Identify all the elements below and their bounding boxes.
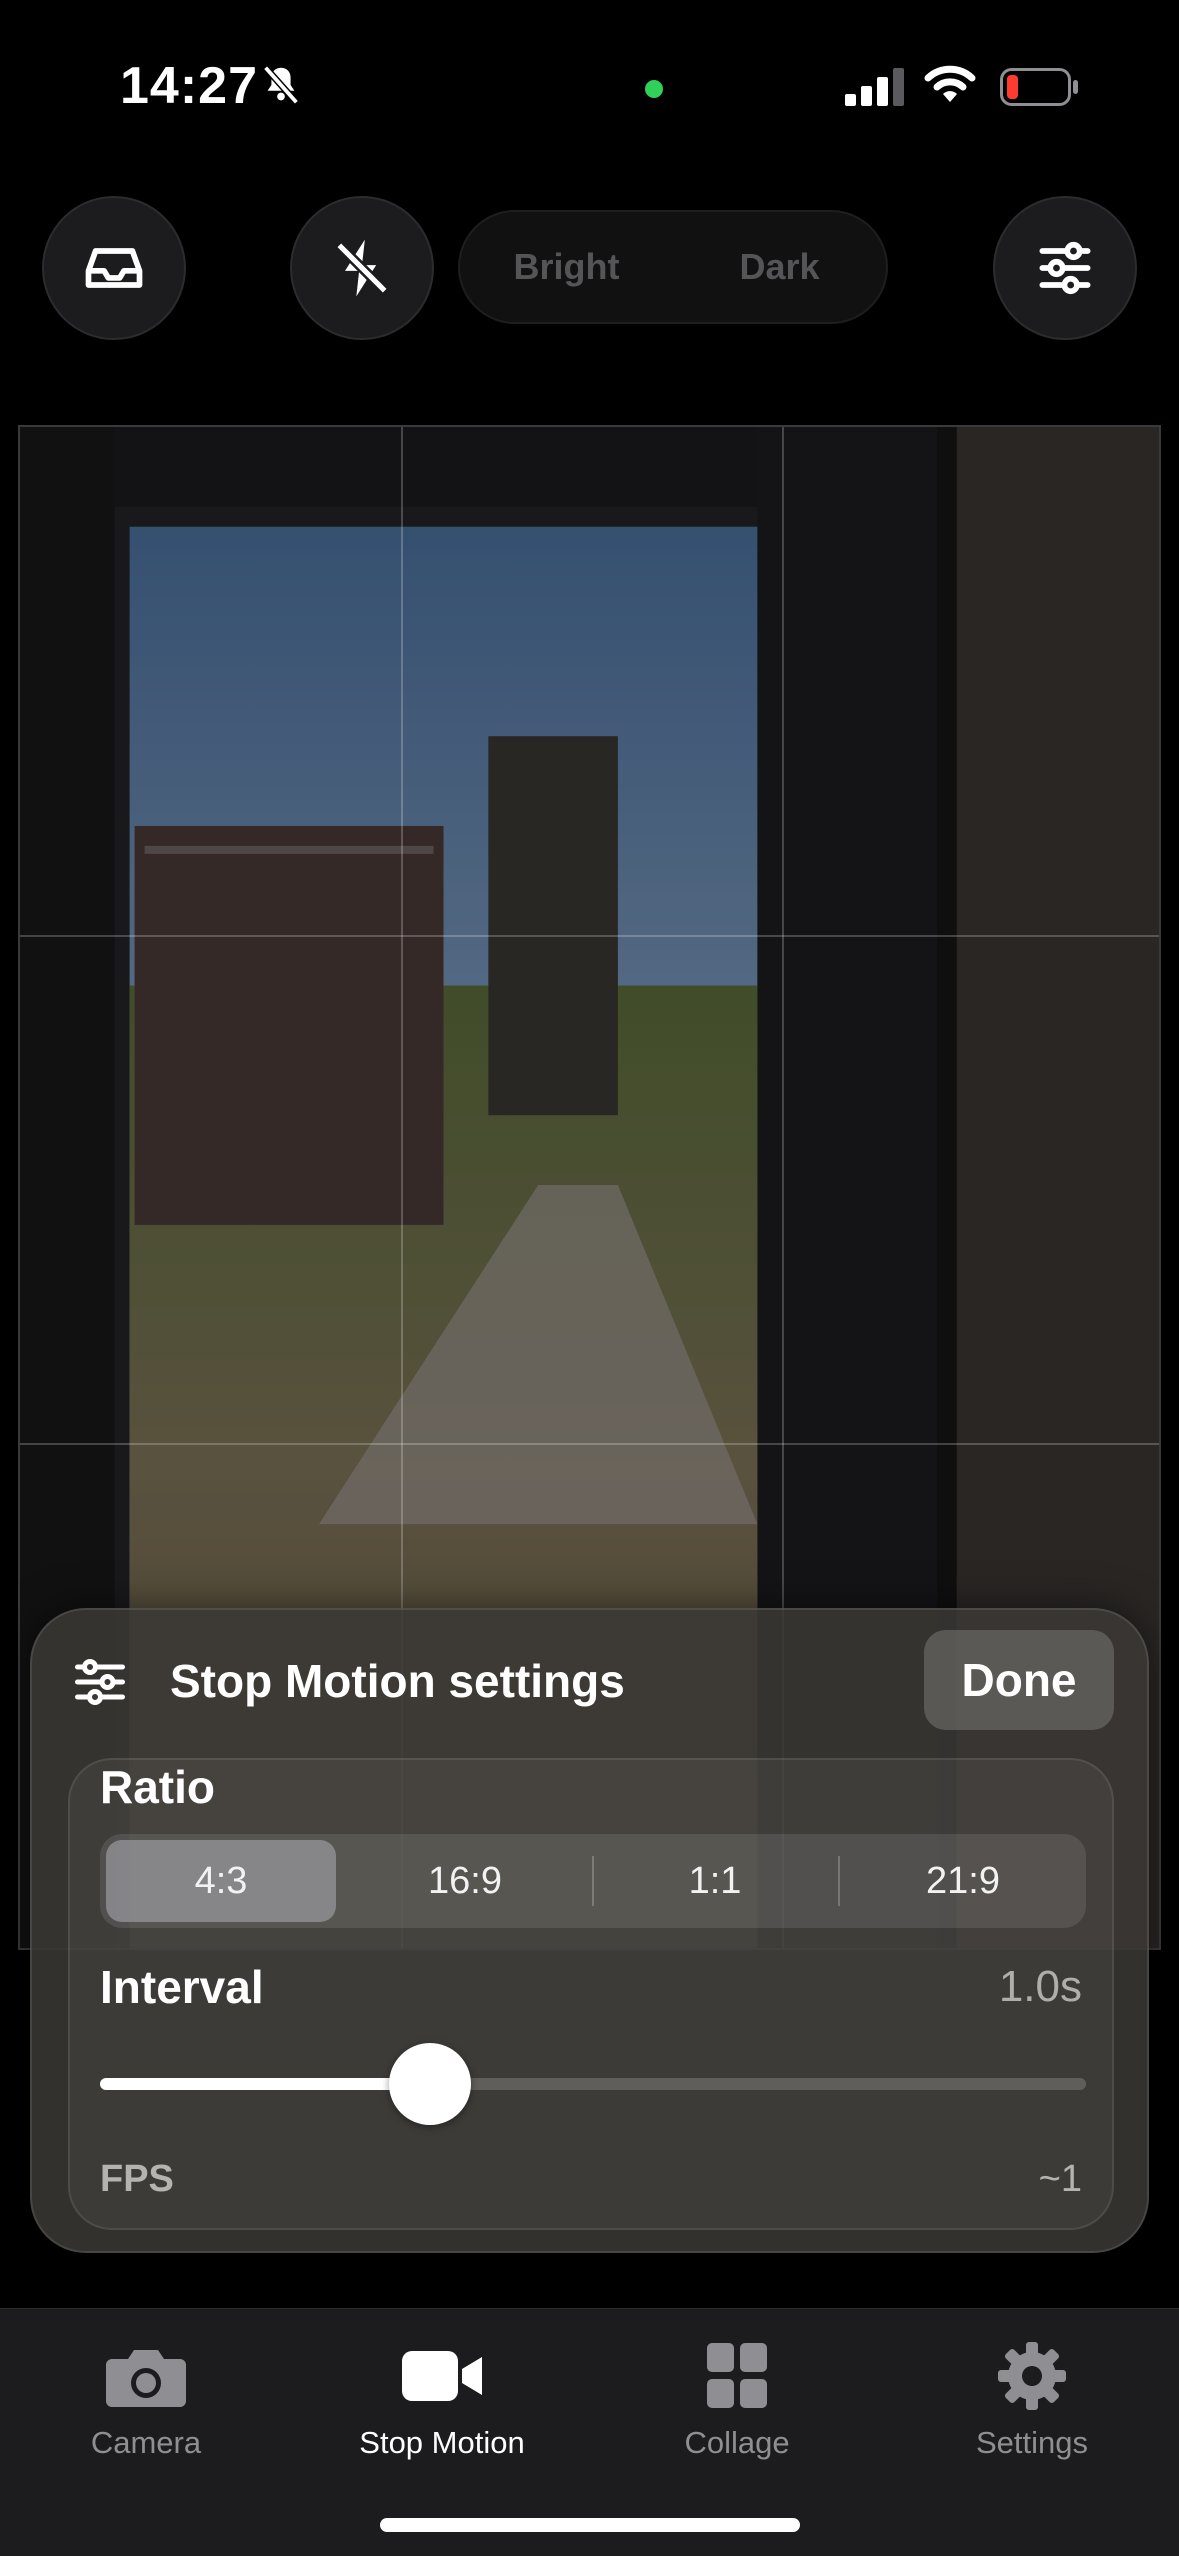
bell-off-icon	[263, 65, 299, 105]
settings-group: Ratio 4:3 16:9 1:1 21:9 Interval 1.0s FP…	[68, 1758, 1114, 2230]
home-indicator[interactable]	[380, 2518, 800, 2532]
tab-camera[interactable]: Camera	[26, 2323, 266, 2473]
ratio-label: Ratio	[100, 1761, 215, 1813]
tab-label-settings: Settings	[975, 2425, 1088, 2460]
done-button[interactable]: Done	[924, 1630, 1114, 1730]
grid-icon	[707, 2343, 767, 2408]
video-camera-icon	[402, 2351, 482, 2401]
ratio-option-4-3[interactable]: 4:3	[106, 1840, 336, 1922]
tab-label-stop-motion: Stop Motion	[359, 2425, 525, 2460]
inbox-icon	[85, 248, 143, 288]
stop-motion-settings-sheet: Stop Motion settings Done Ratio 4:3 16:9…	[30, 1608, 1149, 2253]
grid-line-horizontal-2	[20, 1443, 1159, 1445]
grid-line-horizontal-1	[20, 935, 1159, 937]
camera-icon	[106, 2350, 186, 2407]
ratio-segmented-control[interactable]: 4:3 16:9 1:1 21:9	[100, 1834, 1086, 1928]
cellular-signal-icon	[845, 68, 904, 106]
mode-option-dark[interactable]: Dark	[673, 246, 886, 288]
ratio-separator	[592, 1856, 594, 1906]
fps-label: FPS	[100, 2158, 174, 2200]
status-bar: 14:27	[0, 0, 1179, 160]
status-time: 14:27	[120, 57, 258, 115]
fps-value: ~1	[1038, 2158, 1082, 2200]
sliders-icon	[75, 1658, 125, 1706]
ratio-option-16-9[interactable]: 16:9	[350, 1840, 580, 1922]
exposure-mode-segmented-control[interactable]: Bright Dark	[458, 210, 888, 324]
ratio-option-1-1[interactable]: 1:1	[600, 1840, 830, 1922]
flash-off-icon	[335, 239, 389, 297]
wifi-icon	[924, 65, 976, 102]
tab-settings[interactable]: Settings	[912, 2323, 1152, 2473]
ratio-option-21-9[interactable]: 21:9	[848, 1840, 1078, 1922]
sliders-icon	[1039, 241, 1091, 295]
flash-toggle-button[interactable]	[290, 196, 434, 340]
tab-label-collage: Collage	[684, 2425, 790, 2460]
adjustments-button[interactable]	[993, 196, 1137, 340]
interval-value: 1.0s	[998, 1962, 1082, 2011]
tab-collage[interactable]: Collage	[617, 2323, 857, 2473]
interval-slider[interactable]	[100, 2043, 1086, 2125]
tab-label-camera: Camera	[90, 2425, 202, 2460]
camera-in-use-indicator	[645, 80, 663, 98]
interval-slider-thumb[interactable]	[389, 2043, 472, 2125]
gear-icon	[998, 2342, 1066, 2410]
gallery-inbox-button[interactable]	[42, 196, 186, 340]
interval-slider-fill	[100, 2078, 431, 2090]
sheet-title: Stop Motion settings	[170, 1655, 625, 1707]
tab-stop-motion[interactable]: Stop Motion	[322, 2323, 562, 2473]
mode-option-bright[interactable]: Bright	[460, 246, 673, 288]
interval-label: Interval	[100, 1961, 264, 2013]
ratio-separator	[838, 1856, 840, 1906]
battery-icon	[1000, 68, 1078, 106]
